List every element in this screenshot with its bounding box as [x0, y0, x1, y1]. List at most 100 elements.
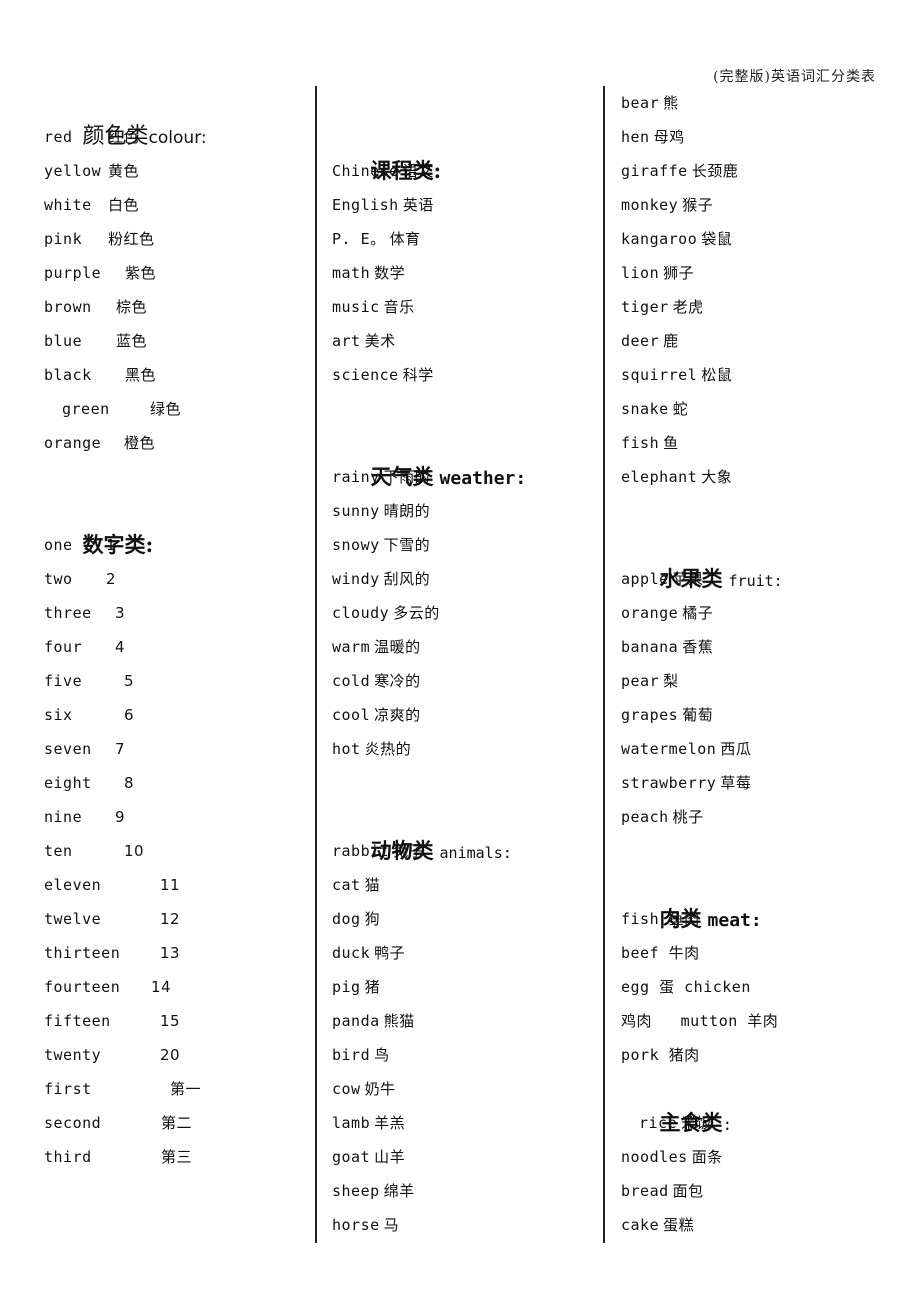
vocab-english: eleven: [44, 876, 102, 894]
heading-en: meat:: [707, 910, 762, 931]
vocab-english: Chinese: [332, 162, 399, 180]
vocab-chinese: 猴子: [682, 196, 714, 214]
vocab-chinese: 12: [160, 910, 181, 928]
vocab-english: eight: [44, 774, 92, 792]
vocab-row: fifteen 15: [44, 1004, 304, 1038]
vocab-chinese: 棕色: [116, 298, 148, 316]
vocab-row: lion 狮子: [621, 256, 901, 290]
vocab-chinese: 蓝色: [116, 332, 148, 350]
section-heading-weather: 天气类 weather:: [332, 426, 592, 489]
vocab-chinese: 粉红色: [108, 230, 155, 248]
vocab-chinese: 兔子: [393, 842, 425, 860]
vocab-row: ten 10: [44, 834, 304, 868]
vocab-chinese: 音乐: [383, 298, 415, 316]
vocab-row: pig 猪: [332, 970, 592, 1004]
vocab-english: bread: [621, 1182, 669, 1200]
vocab-chinese: 绿色: [150, 400, 182, 418]
vocab-chinese: 狗: [364, 910, 381, 928]
staple-list: rice 米饭 noodles 面条 bread 面包 cake 蛋糕: [621, 1106, 901, 1242]
section-heading-fruit: 水果类 fruit:: [621, 528, 901, 591]
vocab-row: grapes 葡萄: [621, 698, 901, 732]
vocab-row: duck 鸭子: [332, 936, 592, 970]
vocab-english: cow: [332, 1080, 361, 1098]
vocab-chinese: 美术: [364, 332, 396, 350]
vocab-chinese: 熊猫: [383, 1012, 415, 1030]
vocab-chinese: 数学: [374, 264, 406, 282]
vocab-row: kangaroo 袋鼠: [621, 222, 901, 256]
vocab-row: snowy 下雪的: [332, 528, 592, 562]
vocab-english: snowy: [332, 536, 380, 554]
vocab-row: goat 山羊: [332, 1140, 592, 1174]
vocab-chinese: 苹果: [672, 570, 704, 588]
vocab-chinese: 体育: [389, 230, 421, 248]
vocab-chinese: 8: [124, 774, 135, 792]
vocab-row: art 美术: [332, 324, 592, 358]
vocab-english: banana: [621, 638, 679, 656]
vocab-chinese: 凉爽的: [374, 706, 421, 724]
vocab-chinese: 2: [106, 570, 117, 588]
vocab-chinese: 蛋糕: [663, 1216, 695, 1234]
vocab-chinese: 橙色: [124, 434, 156, 452]
vocab-english: P. E。: [332, 230, 386, 248]
vocab-row: egg 蛋 chicken: [621, 978, 751, 996]
vocab-row: horse 马: [332, 1208, 592, 1242]
vocab-english: panda: [332, 1012, 380, 1030]
vocab-english: hot: [332, 740, 361, 758]
heading-en: weather:: [439, 468, 527, 489]
vocab-chinese: 母鸡: [653, 128, 685, 146]
vocab-row: cool 凉爽的: [332, 698, 592, 732]
vocab-english: goat: [332, 1148, 371, 1166]
vocab-chinese: 鸭子: [374, 944, 406, 962]
vocab-chinese: 6: [124, 706, 135, 724]
vocab-chinese: 20: [160, 1046, 181, 1064]
vocab-row: thirteen 13: [44, 936, 304, 970]
vocab-english: watermelon: [621, 740, 717, 758]
vocab-row: eight 8: [44, 766, 304, 800]
vocab-english: math: [332, 264, 371, 282]
vocab-english: rice: [639, 1114, 678, 1132]
vocab-english: sheep: [332, 1182, 380, 1200]
vocab-row: pork 猪肉: [621, 1046, 700, 1064]
vocab-row: fish 鱼: [621, 426, 901, 460]
vocab-english: warm: [332, 638, 371, 656]
vocab-row: purple 紫色: [44, 256, 304, 290]
vocab-row: seven 7: [44, 732, 304, 766]
vocab-chinese: 9: [115, 808, 126, 826]
vocab-chinese: 紫色: [125, 264, 157, 282]
section-heading-staple: 主食类:: [621, 1072, 901, 1135]
vocab-english: grapes: [621, 706, 679, 724]
vocab-english: elephant: [621, 468, 698, 486]
column-3: bear 熊 hen 母鸡 giraffe 长颈鹿 monkey 猴子 kangaroo 袋鼠 li…: [621, 86, 901, 1242]
vocab-row: math 数学: [332, 256, 592, 290]
vocab-english: yellow: [44, 162, 102, 180]
vocab-chinese: 温暖的: [374, 638, 421, 656]
vocab-chinese: 长颈鹿: [691, 162, 739, 180]
vocab-english: music: [332, 298, 380, 316]
vocab-english: nine: [44, 808, 83, 826]
vocab-english: bird: [332, 1046, 371, 1064]
vocab-row: nine 9: [44, 800, 304, 834]
vocab-row: beef 牛肉: [621, 944, 700, 962]
vocab-chinese: 英语: [402, 196, 434, 214]
vocab-chinese: 白色: [108, 196, 140, 214]
vocab-chinese: 绵羊: [383, 1182, 415, 1200]
vocab-chinese: 山羊: [374, 1148, 406, 1166]
vocab-chinese: 11: [160, 876, 181, 894]
animals-list-part-1: rabbit 兔子 cat 猫 dog 狗 duck 鸭子 pig 猪 panda 熊猫 bird 鸟 co…: [332, 834, 592, 1242]
vocab-chinese: 面包: [672, 1182, 704, 1200]
vocab-chinese: 下雨的: [383, 468, 431, 486]
vocab-english: science: [332, 366, 399, 384]
column-divider-right: [603, 86, 605, 1243]
vocab-chinese: 第一: [170, 1080, 202, 1098]
vocab-chinese: 黄色: [108, 162, 140, 180]
vocab-chinese: 猫: [364, 876, 381, 894]
vocab-row: giraffe 长颈鹿: [621, 154, 901, 188]
vocab-row: noodles 面条: [621, 1140, 901, 1174]
vocab-english: three: [44, 604, 92, 622]
vocab-row: green 绿色: [44, 392, 304, 426]
vocab-row: one 1: [44, 528, 304, 562]
vocab-english: twenty: [44, 1046, 102, 1064]
vocab-chinese: 4: [115, 638, 126, 656]
vocab-english: orange: [44, 434, 102, 452]
vocab-row: music 音乐: [332, 290, 592, 324]
